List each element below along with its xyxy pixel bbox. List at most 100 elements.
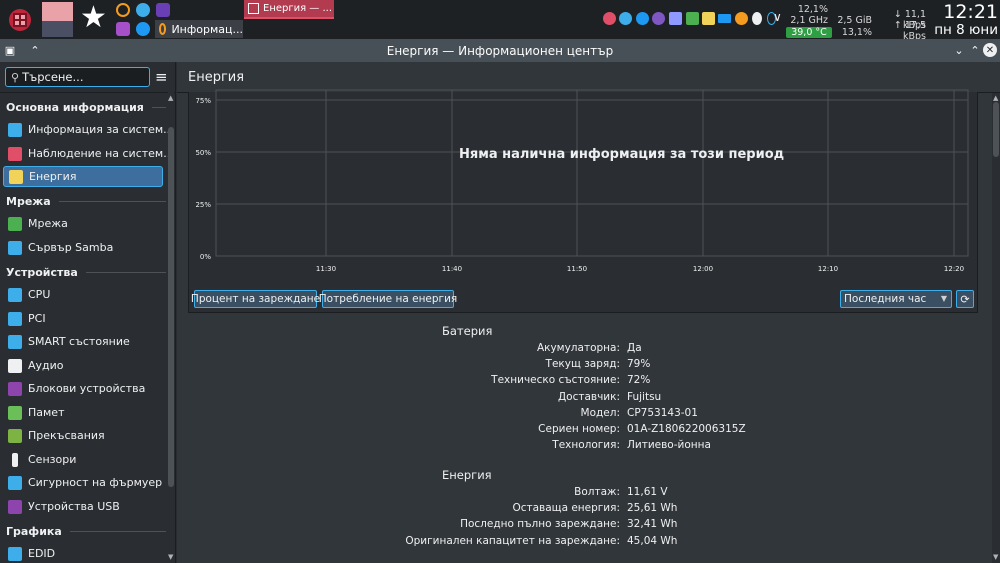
x-tick-label: 12:10	[818, 265, 838, 273]
sidebar-item-samba[interactable]: Сървър Samba	[3, 237, 163, 258]
battery-info-row: Текущ заряд: 79%	[177, 358, 1000, 372]
plugin-icon[interactable]	[116, 22, 130, 36]
charge-percentage-button[interactable]: Процент на зареждане	[191, 290, 320, 308]
sidebar-item-pci[interactable]: PCI	[3, 308, 163, 329]
sidebar-item-usb[interactable]: Устройства USB	[3, 496, 163, 517]
sidebar-item-interrupts[interactable]: Прекъсвания	[3, 425, 163, 446]
sidebar-item-network[interactable]: Мрежа	[3, 213, 163, 234]
section-basic-info: Основна информация	[6, 101, 166, 114]
sidebar-item-sensors[interactable]: Сензори	[3, 449, 163, 470]
keep-above-icon[interactable]: ⌃	[28, 43, 42, 57]
sidebar-item-memory[interactable]: Памет	[3, 402, 163, 423]
section-graphics: Графика	[6, 525, 166, 538]
minimize-icon[interactable]: ⌄	[952, 43, 966, 57]
pager-desktop-2[interactable]	[42, 21, 73, 37]
firmware-security-icon	[8, 475, 22, 490]
monitor-icon	[8, 546, 22, 561]
sidebar-item-firmware-security[interactable]: Сигурност на фърмуер	[3, 472, 163, 493]
memory-used: 2,5 GiB	[837, 15, 872, 26]
clock-time[interactable]: 12:21	[926, 2, 998, 22]
window-titlebar[interactable]: ▣ ⌃ Енергия — Информационен център ⌄ ⌃ ✕	[0, 39, 1000, 62]
task-energy-window[interactable]: Енергия — ...	[244, 0, 334, 19]
task-info-label: Информац...	[171, 22, 243, 36]
history-chart: 75% 50% 25% 0% 11:30 11:40 11:50 12:00 12:10 12:2…	[195, 89, 969, 273]
window-app-icon[interactable]: ▣	[3, 43, 17, 57]
system-monitor-icon	[8, 146, 22, 161]
sidebar-item-system-info[interactable]: Информация за систем...	[3, 119, 174, 140]
sidebar: ⚲ Търсене... ≡ Основна информация Информ…	[0, 62, 176, 563]
favorites-star-icon[interactable]: ★	[80, 3, 107, 33]
period-select[interactable]: Последния час ▼	[840, 290, 952, 308]
maximize-icon[interactable]: ⌃	[968, 43, 982, 57]
clock-date[interactable]: пн 8 юни	[920, 22, 998, 38]
main-scroll-down-icon[interactable]: ▼	[993, 553, 998, 561]
sidebar-scrollbar-thumb[interactable]	[168, 127, 174, 487]
sidebar-item-cpu[interactable]: CPU	[3, 284, 163, 305]
sidebar-scroll-down-icon[interactable]: ▼	[168, 553, 173, 561]
energy-info-key: Оставаща енергия:	[512, 502, 620, 515]
task-info-center[interactable]: Информац...	[155, 20, 243, 38]
battery-info-key: Технология:	[552, 439, 620, 452]
battery-info-key: Сериен номер:	[538, 423, 620, 435]
energy-consumption-button[interactable]: Потребление на енергия	[319, 290, 457, 308]
info-window-icon	[248, 3, 259, 14]
x-tick-label: 11:30	[316, 265, 336, 273]
chrome-icon[interactable]	[136, 22, 150, 36]
qbittorrent-icon[interactable]	[619, 12, 632, 25]
battery-info-row: Доставчик: Fujitsu	[177, 391, 1000, 405]
sidebar-item-energy[interactable]: Енергия	[3, 166, 163, 187]
battery-info-key: Техническо състояние:	[491, 374, 620, 387]
search-placeholder: Търсене...	[22, 70, 84, 84]
info-center-gear-icon	[159, 23, 167, 35]
interrupts-icon	[8, 428, 22, 443]
settings-gear-icon[interactable]	[116, 3, 130, 17]
battery-info-value: Литиево-йонна	[627, 439, 711, 452]
sidebar-item-edid[interactable]: EDID	[3, 543, 163, 563]
sidebar-item-audio[interactable]: Аудио	[3, 355, 163, 376]
battery-tray-icon[interactable]	[702, 12, 715, 25]
energy-info-value: 11,61 V	[627, 486, 668, 498]
pager-desktop-1[interactable]	[42, 2, 73, 21]
notes-icon[interactable]	[686, 12, 699, 25]
main-scrollbar-thumb[interactable]	[993, 102, 999, 157]
hamburger-menu-icon[interactable]: ≡	[155, 70, 168, 85]
y-tick-label: 25%	[195, 201, 211, 209]
smart-status-icon	[8, 334, 22, 349]
volume-icon[interactable]	[752, 12, 762, 25]
sidebar-item-smart[interactable]: SMART състояние	[3, 331, 163, 352]
cpu-temperature: 39,0 °C	[786, 27, 832, 38]
wifi-icon[interactable]	[735, 12, 748, 25]
battery-info-row: Акумулаторна: Да	[177, 342, 1000, 356]
tray-app-icon[interactable]	[603, 12, 616, 25]
main-scrollbar[interactable]	[992, 93, 1000, 563]
browser-icon[interactable]	[136, 3, 150, 17]
sidebar-item-block-devices[interactable]: Блокови устройства	[3, 378, 163, 399]
network-card-icon	[8, 216, 22, 231]
taskbar: ★ Информац... Енергия — ... ∨ 12,1% 2,1 …	[0, 0, 1000, 42]
battery-info-key: Модел:	[580, 406, 620, 419]
search-field[interactable]: ⚲ Търсене...	[5, 67, 150, 87]
media-player-icon[interactable]	[156, 3, 170, 17]
application-launcher-icon[interactable]	[4, 5, 36, 35]
energy-info-key: Оригинален капацитет на зареждане:	[405, 534, 620, 547]
block-devices-icon	[8, 381, 22, 396]
sidebar-scroll-up-icon[interactable]: ▲	[168, 94, 173, 102]
main-panel: Енергия 75% 50% 25% 0% 11:30 11:40 11:50 12:00 1…	[177, 62, 1000, 563]
audio-icon	[8, 358, 22, 373]
main-scroll-up-icon[interactable]: ▲	[993, 94, 998, 102]
keyboard-layout-flag-icon[interactable]	[718, 14, 731, 23]
battery-info-value: CP753143-01	[627, 406, 698, 419]
refresh-button[interactable]: ⟳	[956, 290, 974, 308]
clipboard-icon[interactable]	[669, 12, 682, 25]
viber-icon[interactable]	[652, 12, 665, 25]
section-devices: Устройства	[6, 266, 166, 279]
close-icon[interactable]: ✕	[983, 43, 997, 57]
telegram-icon[interactable]	[636, 12, 649, 25]
content-area: 75% 50% 25% 0% 11:30 11:40 11:50 12:00 12:10 12:2…	[177, 89, 992, 563]
y-tick-label: 75%	[195, 97, 211, 105]
sidebar-item-system-monitor[interactable]: Наблюдение на систем...	[3, 143, 174, 164]
battery-group-title: Батерия	[442, 324, 493, 338]
search-icon: ⚲	[11, 70, 20, 84]
battery-info-row: Технология: Литиево-йонна	[177, 439, 1000, 453]
pci-icon	[8, 311, 22, 326]
